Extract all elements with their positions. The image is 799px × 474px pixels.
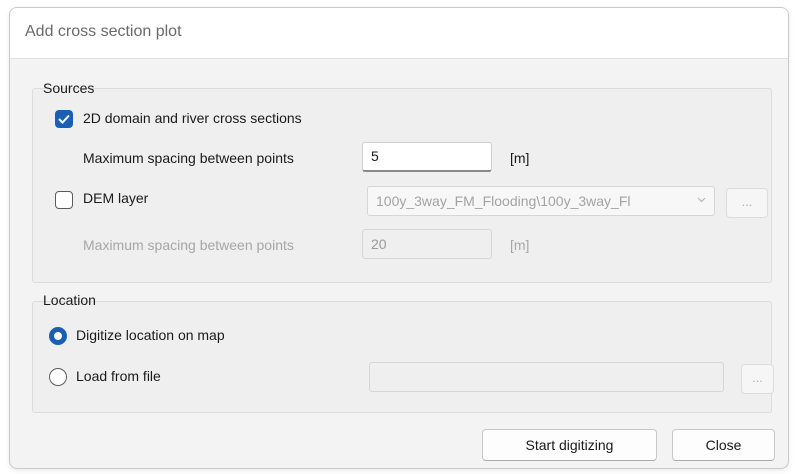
dem-spacing-input[interactable]: 20: [362, 229, 492, 259]
add-cross-section-plot-dialog: Add cross section plot Sources 2D domain…: [9, 7, 789, 469]
dialog-title: Add cross section plot: [25, 23, 182, 40]
digitize-location-radio[interactable]: [49, 327, 67, 345]
domain-checkbox-label[interactable]: 2D domain and river cross sections: [83, 110, 302, 126]
domain-spacing-unit: [m]: [510, 150, 530, 166]
chevron-down-icon: [697, 197, 706, 203]
dem-browse-button[interactable]: ...: [726, 188, 768, 218]
dem-layer-checkbox-label[interactable]: DEM layer: [83, 190, 148, 206]
domain-checkbox[interactable]: [55, 110, 73, 128]
title-bar: Add cross section plot: [10, 8, 788, 59]
location-group: [32, 301, 772, 413]
dem-spacing-label: Maximum spacing between points: [83, 237, 294, 253]
dem-layer-checkbox[interactable]: [55, 191, 73, 209]
checkmark-icon: [58, 114, 70, 124]
dem-spacing-unit: [m]: [510, 237, 530, 253]
file-browse-button[interactable]: ...: [741, 364, 774, 394]
close-button[interactable]: Close: [672, 429, 775, 461]
start-digitizing-button[interactable]: Start digitizing: [482, 429, 657, 461]
dem-layer-select-value: 100y_3way_FM_Flooding\100y_3way_Fl: [376, 193, 631, 209]
dem-layer-select[interactable]: 100y_3way_FM_Flooding\100y_3way_Fl: [367, 186, 715, 216]
location-group-label: Location: [43, 292, 96, 308]
domain-spacing-label: Maximum spacing between points: [83, 150, 294, 166]
digitize-location-label[interactable]: Digitize location on map: [76, 327, 225, 343]
domain-spacing-input[interactable]: 5: [362, 142, 492, 172]
file-path-input[interactable]: [369, 362, 724, 392]
load-from-file-radio[interactable]: [49, 368, 67, 386]
sources-group-label: Sources: [43, 80, 95, 96]
load-from-file-label[interactable]: Load from file: [76, 368, 161, 384]
